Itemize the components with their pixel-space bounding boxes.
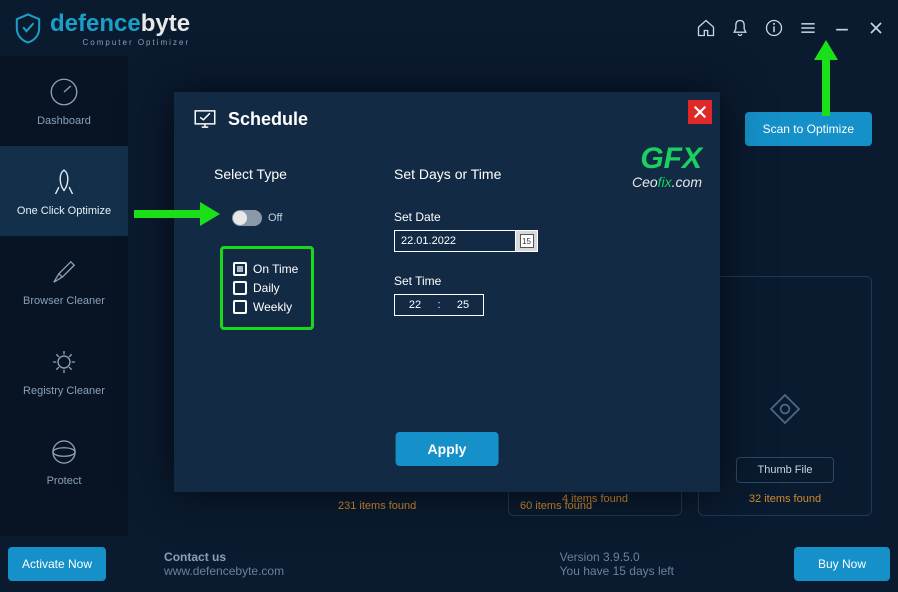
- logo-text-1: defence: [50, 10, 141, 37]
- sidebar-item-registry[interactable]: Registry Cleaner: [0, 326, 128, 416]
- sidebar-item-label: Dashboard: [37, 115, 91, 127]
- sidebar-item-label: Protect: [47, 475, 82, 487]
- gauge-icon: [47, 75, 81, 109]
- menu-icon[interactable]: [798, 18, 818, 38]
- home-icon[interactable]: [696, 18, 716, 38]
- checkbox-icon: [233, 262, 247, 276]
- sidebar-item-label: One Click Optimize: [17, 205, 111, 217]
- watermark: GFX Ceofix.com: [632, 144, 702, 190]
- close-icon: [693, 105, 707, 119]
- items-found: 32 items found: [749, 493, 821, 505]
- select-type-heading: Select Type: [214, 166, 394, 182]
- calendar-button[interactable]: 15: [516, 230, 538, 252]
- set-date-label: Set Date: [394, 210, 680, 224]
- rocket-icon: [47, 165, 81, 199]
- activate-button[interactable]: Activate Now: [8, 547, 106, 581]
- shield-icon: [12, 12, 44, 44]
- toggle-label: Off: [268, 212, 282, 224]
- brush-icon: [47, 255, 81, 289]
- sidebar-item-browser[interactable]: Browser Cleaner: [0, 236, 128, 326]
- time-separator: :: [435, 299, 443, 311]
- option-weekly[interactable]: Weekly: [233, 300, 301, 314]
- sidebar-item-protect[interactable]: Protect: [0, 416, 128, 506]
- monitor-icon: [192, 106, 218, 132]
- close-app-icon[interactable]: [866, 18, 886, 38]
- buy-button[interactable]: Buy Now: [794, 547, 890, 581]
- modal-title-text: Schedule: [228, 109, 308, 130]
- checkbox-icon: [233, 281, 247, 295]
- bell-icon[interactable]: [730, 18, 750, 38]
- annotation-arrow-icon: [806, 40, 846, 120]
- date-input[interactable]: [394, 230, 516, 252]
- time-hour-input[interactable]: [395, 299, 435, 311]
- sidebar-item-dashboard[interactable]: Dashboard: [0, 56, 128, 146]
- schedule-toggle[interactable]: Off: [232, 210, 282, 226]
- card-button-thumb[interactable]: Thumb File: [736, 457, 833, 483]
- option-daily[interactable]: Daily: [233, 281, 301, 295]
- calendar-icon: 15: [520, 234, 534, 248]
- gear-icon: [47, 345, 81, 379]
- sidebar-item-oneclick[interactable]: One Click Optimize: [0, 146, 128, 236]
- schedule-modal: Schedule Select Type Off On Time Daily W…: [174, 92, 720, 492]
- sidebar-item-label: Registry Cleaner: [23, 385, 105, 397]
- contact-info: Contact us www.defencebyte.com: [164, 550, 284, 578]
- minimize-icon[interactable]: [832, 18, 852, 38]
- logo-text-2: byte: [141, 10, 190, 37]
- option-ontime[interactable]: On Time: [233, 262, 301, 276]
- info-icon[interactable]: [764, 18, 784, 38]
- annotation-arrow-icon: [130, 194, 220, 234]
- time-minute-input[interactable]: [443, 299, 483, 311]
- sidebar-item-label: Browser Cleaner: [23, 295, 105, 307]
- app-logo: defencebyte Computer Optimizer: [12, 10, 190, 47]
- set-time-label: Set Time: [394, 274, 680, 288]
- version-info: Version 3.9.5.0 You have 15 days left: [560, 550, 674, 578]
- globe-icon: [47, 435, 81, 469]
- close-button[interactable]: [688, 100, 712, 124]
- thumb-icon: [763, 387, 807, 431]
- checkbox-icon: [233, 300, 247, 314]
- items-found: 60 items found: [520, 500, 592, 512]
- items-found: 231 items found: [338, 500, 416, 512]
- apply-button[interactable]: Apply: [396, 432, 499, 466]
- logo-subtitle: Computer Optimizer: [50, 38, 190, 47]
